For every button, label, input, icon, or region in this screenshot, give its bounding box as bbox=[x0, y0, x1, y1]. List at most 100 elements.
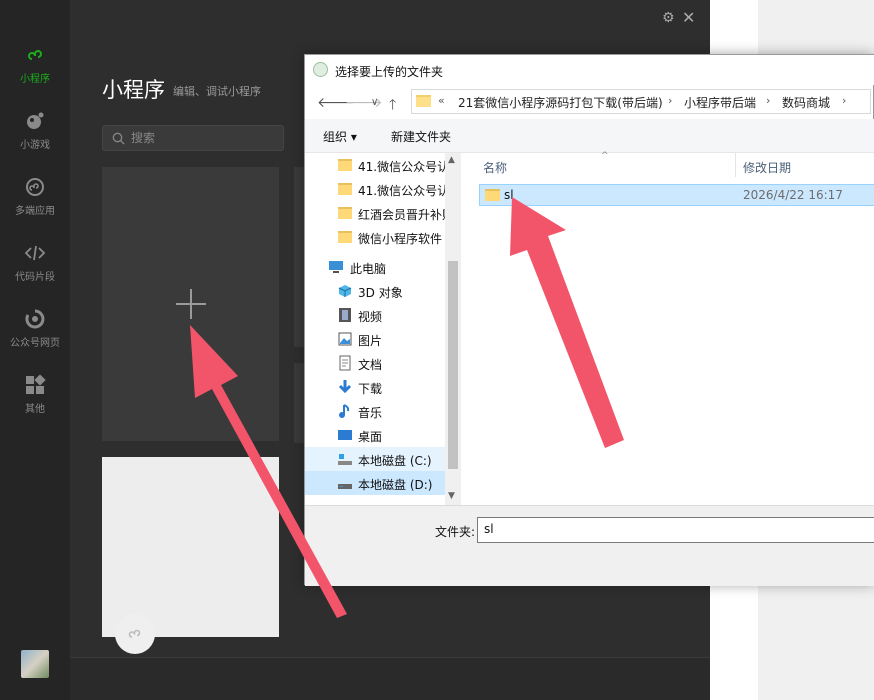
page-title: 小程序 bbox=[102, 78, 165, 102]
tree-item[interactable]: 音乐 bbox=[305, 399, 445, 423]
webpage-icon bbox=[25, 309, 45, 329]
tree-item-label: 41.微信公众号认 bbox=[358, 160, 445, 174]
file-name: sl bbox=[504, 188, 514, 202]
minigame-icon bbox=[27, 112, 44, 129]
tree-item-label: 桌面 bbox=[358, 430, 383, 444]
folder-icon bbox=[338, 159, 352, 171]
page-subtitle: 编辑、调试小程序 bbox=[173, 85, 261, 98]
file-list: 名称 ^ 修改日期 sl 2026/4/22 16:17 bbox=[465, 151, 874, 505]
address-row: 🡐 🡒 ∨ 🡑 « 21套微信小程序源码打包下载(带后端) › 小程序带后端 ›… bbox=[305, 85, 874, 119]
sidebar-item-label: 其他 bbox=[25, 404, 45, 415]
folder-name-input[interactable]: sl bbox=[477, 517, 874, 543]
3d-icon bbox=[338, 285, 352, 297]
tree-item-label: 图片 bbox=[358, 334, 383, 348]
organize-button[interactable]: 组织 ▾ bbox=[323, 128, 357, 145]
breadcrumb-item[interactable]: 小程序带后端 bbox=[684, 94, 756, 111]
search-icon bbox=[112, 132, 125, 145]
document-icon bbox=[339, 355, 351, 371]
miniprogram-icon bbox=[28, 50, 42, 60]
tree-item-label: 41.微信公众号认 bbox=[358, 184, 445, 198]
drive-icon bbox=[338, 454, 352, 465]
folder-icon bbox=[338, 231, 352, 243]
plus-icon bbox=[176, 289, 206, 319]
tree-item-label: 视频 bbox=[358, 310, 383, 324]
avatar[interactable] bbox=[21, 650, 49, 678]
tree-item[interactable]: 41.微信公众号认 bbox=[305, 153, 445, 177]
tree-item[interactable]: 文档 bbox=[305, 351, 445, 375]
sidebar-item-miniprogram[interactable]: 小程序 bbox=[0, 44, 70, 104]
tree-item-label: 文档 bbox=[358, 358, 383, 372]
app-sidebar: 小程序 小游戏 多端应用 代码片段 公众号网页 其他 bbox=[0, 0, 70, 700]
sidebar-item-code[interactable]: 代码片段 bbox=[0, 242, 70, 302]
folder-picker-dialog: 选择要上传的文件夹 🡐 🡒 ∨ 🡑 « 21套微信小程序源码打包下载(带后端) … bbox=[304, 54, 874, 586]
sidebar-item-other[interactable]: 其他 bbox=[0, 374, 70, 434]
search-input[interactable]: 搜索 bbox=[102, 125, 284, 151]
dialog-titlebar: 选择要上传的文件夹 bbox=[305, 55, 874, 85]
app-icon bbox=[313, 62, 328, 77]
desktop-icon bbox=[338, 430, 352, 440]
file-modified: 2026/4/22 16:17 bbox=[743, 188, 843, 202]
computer-icon bbox=[329, 261, 343, 273]
chevron-right-icon[interactable]: › bbox=[766, 94, 770, 107]
music-icon bbox=[339, 404, 350, 418]
breadcrumb-item[interactable]: 数码商城 bbox=[782, 94, 830, 111]
column-header-name[interactable]: 名称 bbox=[483, 159, 507, 176]
video-icon bbox=[339, 308, 351, 322]
bottom-bar bbox=[70, 657, 710, 700]
tree-item[interactable]: 图片 bbox=[305, 327, 445, 351]
tree-item[interactable]: 本地磁盘 (C:) bbox=[305, 447, 445, 471]
code-icon bbox=[24, 245, 46, 261]
tree-item-label: 下载 bbox=[358, 382, 383, 396]
chevron-right-icon[interactable]: › bbox=[842, 94, 846, 107]
sidebar-item-webpage[interactable]: 公众号网页 bbox=[0, 308, 70, 368]
tree-item[interactable]: 桌面 bbox=[305, 423, 445, 447]
tree-item[interactable]: 3D 对象 bbox=[305, 279, 445, 303]
sort-arrow-icon: ^ bbox=[601, 151, 609, 161]
column-header-modified[interactable]: 修改日期 bbox=[743, 159, 791, 176]
multiapp-icon bbox=[26, 178, 44, 196]
close-icon[interactable]: ✕ bbox=[682, 8, 695, 27]
tree-item[interactable]: 本地磁盘 (D:) bbox=[305, 471, 445, 495]
tree-item-label: 本地磁盘 (C:) bbox=[358, 454, 432, 468]
sidebar-item-multiapp[interactable]: 多端应用 bbox=[0, 176, 70, 236]
file-row[interactable]: sl 2026/4/22 16:17 bbox=[479, 184, 874, 206]
navigation-tree: 41.微信公众号认 41.微信公众号认 红酒会员晋升补贴 微信小程序软件 此电脑… bbox=[305, 153, 461, 505]
column-divider[interactable] bbox=[735, 153, 736, 177]
address-bar[interactable]: « 21套微信小程序源码打包下载(带后端) › 小程序带后端 › 数码商城 › bbox=[411, 89, 871, 114]
tree-item-label: 红酒会员晋升补贴 bbox=[358, 208, 445, 222]
tree-item[interactable]: 红酒会员晋升补贴 bbox=[305, 201, 445, 225]
tree-item[interactable]: 微信小程序软件 bbox=[305, 225, 445, 249]
drive-icon bbox=[338, 484, 352, 489]
sidebar-item-label: 小程序 bbox=[20, 74, 50, 85]
sidebar-item-minigame[interactable]: 小游戏 bbox=[0, 110, 70, 170]
chevron-right-icon[interactable]: › bbox=[668, 94, 672, 107]
tree-item-label: 微信小程序软件 bbox=[358, 232, 443, 246]
breadcrumb-item[interactable]: 21套微信小程序源码打包下载(带后端) bbox=[458, 94, 663, 111]
picture-icon bbox=[338, 332, 352, 346]
tree-item-label: 3D 对象 bbox=[358, 286, 403, 300]
new-folder-button[interactable]: 新建文件夹 bbox=[391, 128, 451, 145]
tree-item[interactable]: 下载 bbox=[305, 375, 445, 399]
breadcrumb-overflow[interactable]: « bbox=[438, 94, 445, 107]
scroll-up-icon[interactable]: ▲ bbox=[448, 155, 455, 165]
sidebar-item-label: 代码片段 bbox=[15, 272, 55, 283]
tree-item[interactable]: 此电脑 bbox=[305, 255, 445, 279]
up-button[interactable]: 🡑 bbox=[389, 94, 396, 118]
folder-icon bbox=[338, 183, 352, 195]
settings-icon[interactable]: ⚙ bbox=[662, 10, 675, 26]
dialog-footer: 文件夹: sl bbox=[305, 505, 874, 586]
scroll-down-icon[interactable]: ▼ bbox=[448, 491, 455, 501]
tree-item[interactable]: 41.微信公众号认 bbox=[305, 177, 445, 201]
tree-item-label: 本地磁盘 (D:) bbox=[358, 478, 433, 492]
search-placeholder: 搜索 bbox=[131, 131, 156, 145]
project-card[interactable] bbox=[102, 457, 279, 637]
sidebar-item-label: 公众号网页 bbox=[10, 338, 60, 349]
add-project-card[interactable] bbox=[102, 167, 279, 441]
recent-dropdown-button[interactable]: ∨ bbox=[371, 97, 378, 108]
dialog-toolbar: 组织 ▾ 新建文件夹 bbox=[305, 119, 874, 153]
folder-icon bbox=[338, 207, 352, 219]
scrollbar-thumb[interactable] bbox=[448, 261, 458, 469]
tree-scrollbar[interactable]: ▲ ▼ bbox=[445, 153, 461, 505]
dialog-title: 选择要上传的文件夹 bbox=[335, 65, 444, 79]
tree-item[interactable]: 视频 bbox=[305, 303, 445, 327]
